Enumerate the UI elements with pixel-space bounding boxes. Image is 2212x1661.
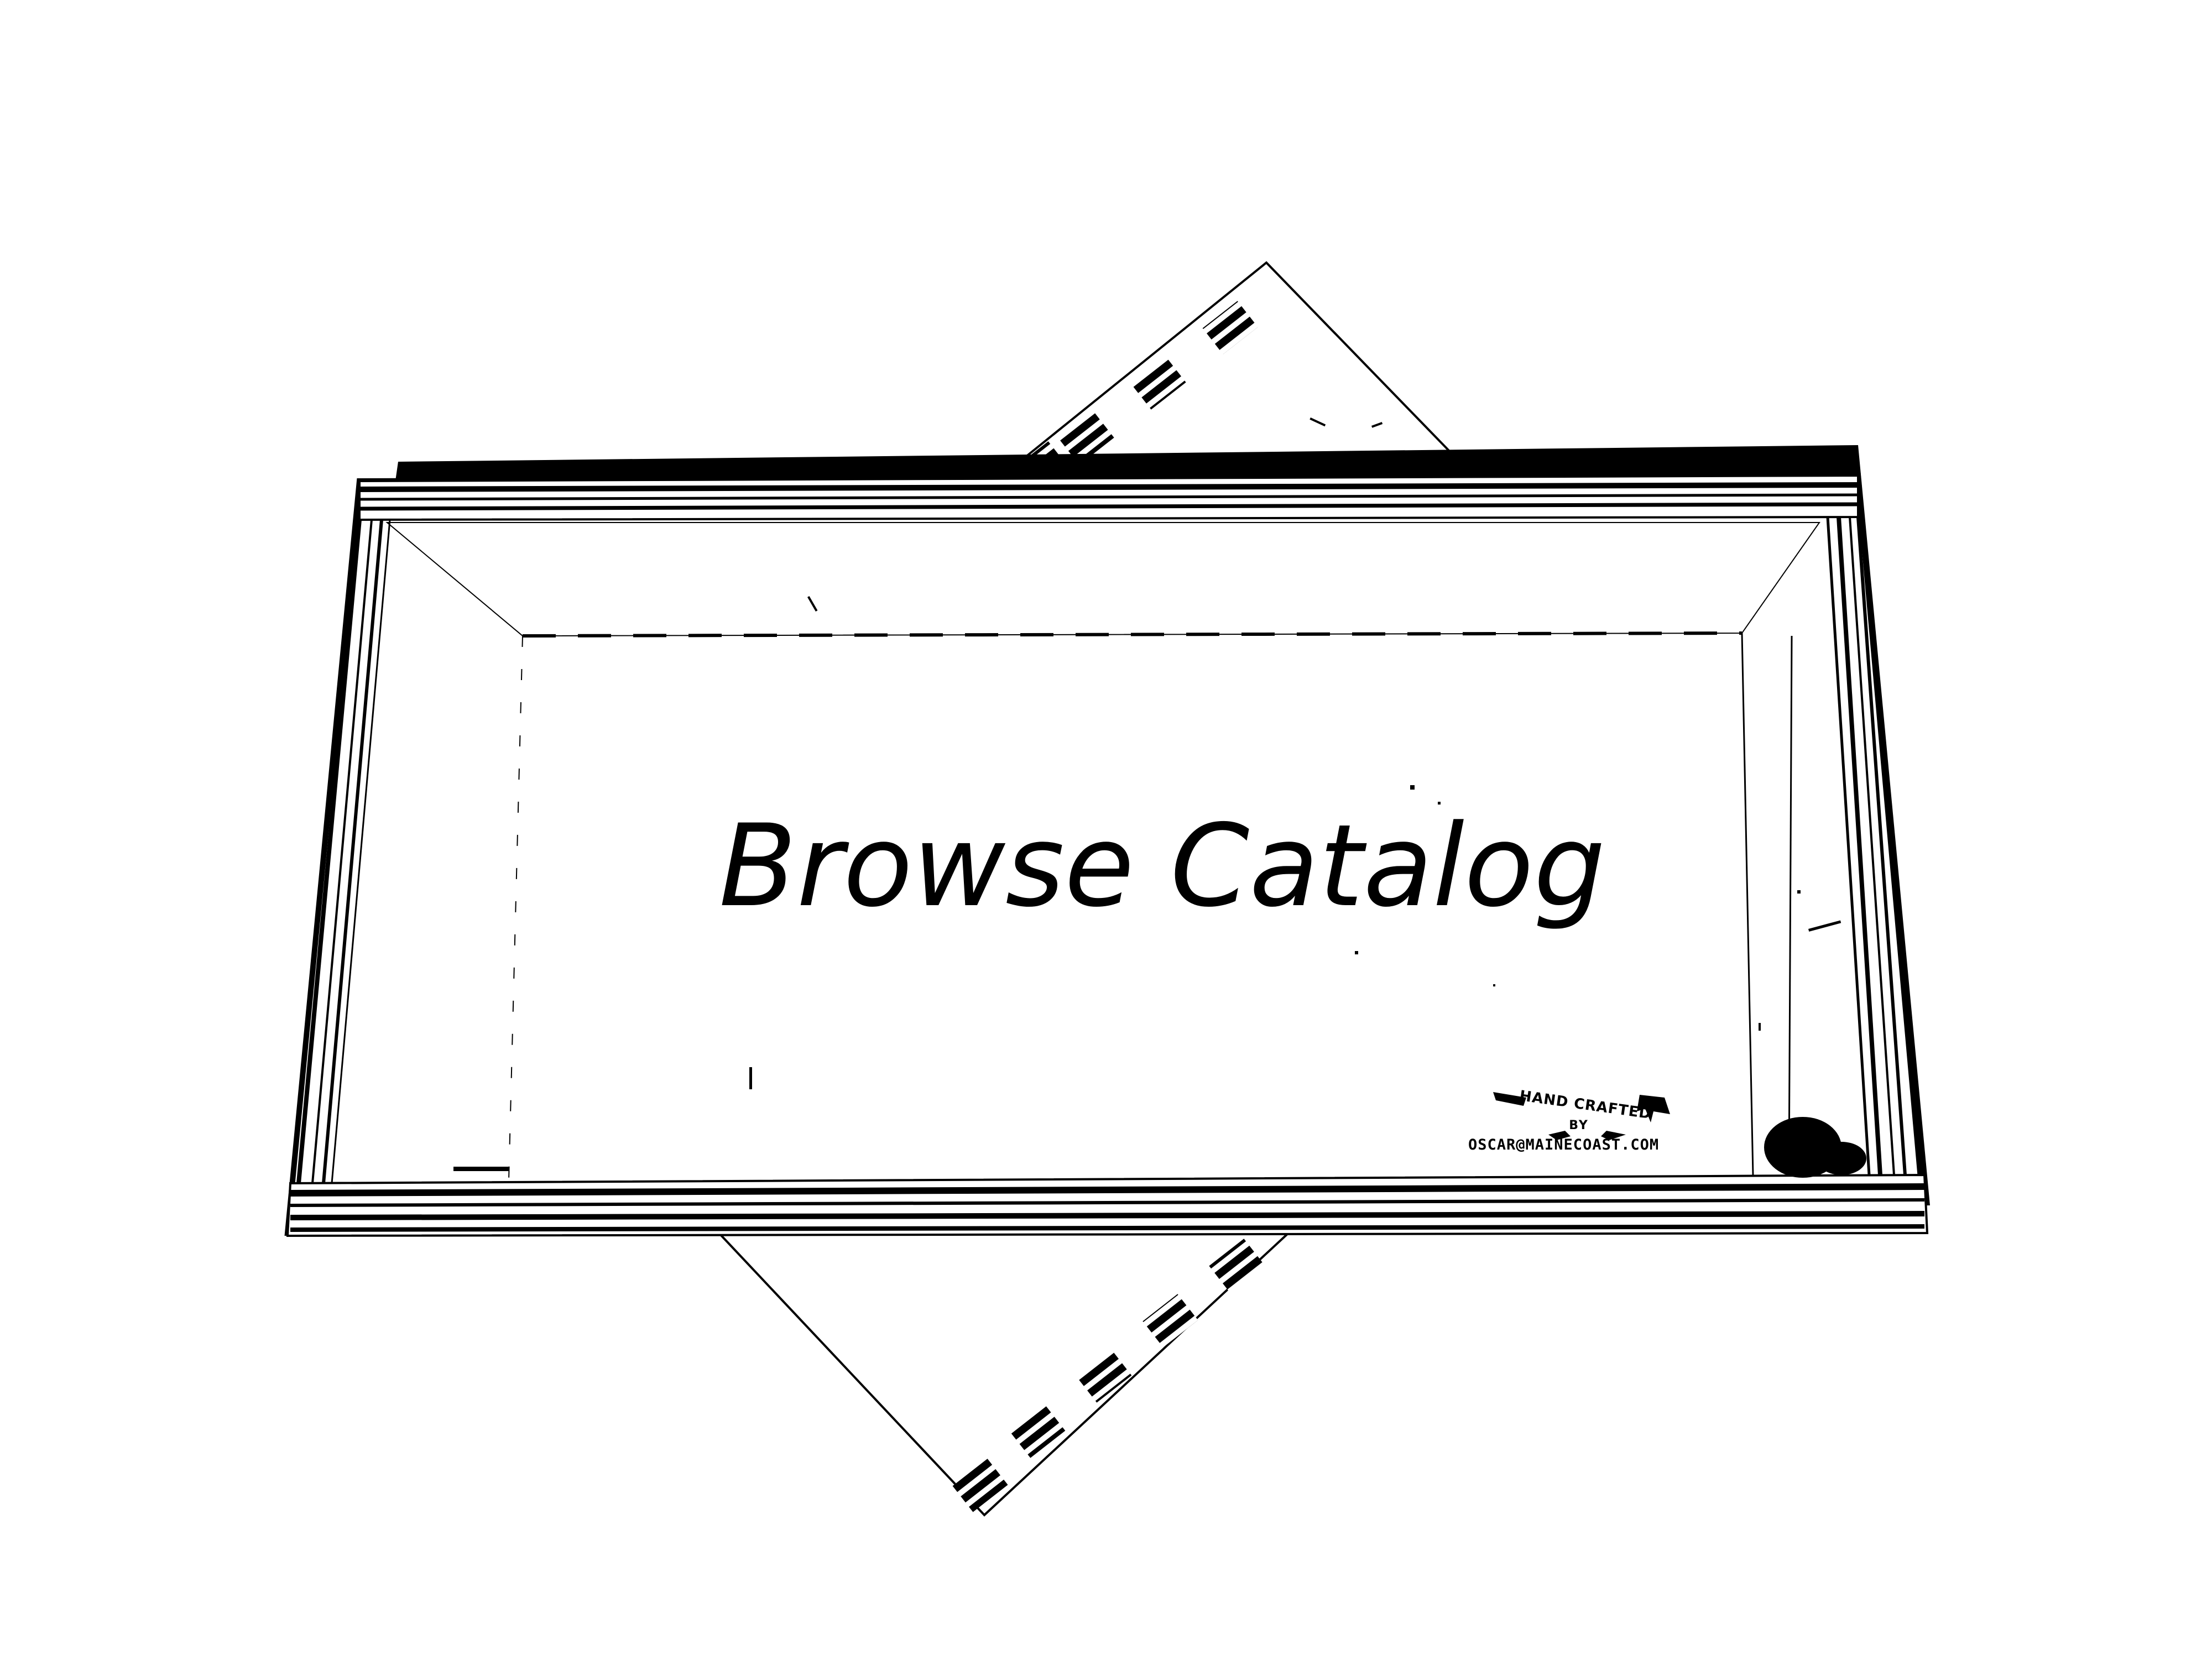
stamp-by-text: BY: [1569, 1119, 1589, 1132]
maker-stamp: HAND CRAFTED BY OSCAR@MAINECOAST.COM: [1468, 1081, 1689, 1164]
stamp-email-text: OSCAR@MAINECOAST.COM: [1468, 1136, 1660, 1153]
stamp-hand-crafted-text: HAND CRAFTED: [1518, 1088, 1653, 1123]
tray-top-rim: [358, 474, 1859, 521]
browse-catalog-button[interactable]: Browse Catalog: [719, 810, 1605, 923]
catalog-scene: Browse Catalog HAND CRAFTED BY OSCAR@MAI…: [0, 0, 2212, 1659]
paper-sheet-bottom: [716, 1232, 1292, 1517]
paper-sheet-top: [1020, 261, 1454, 475]
tray-bottom-rim: [286, 1173, 1929, 1237]
